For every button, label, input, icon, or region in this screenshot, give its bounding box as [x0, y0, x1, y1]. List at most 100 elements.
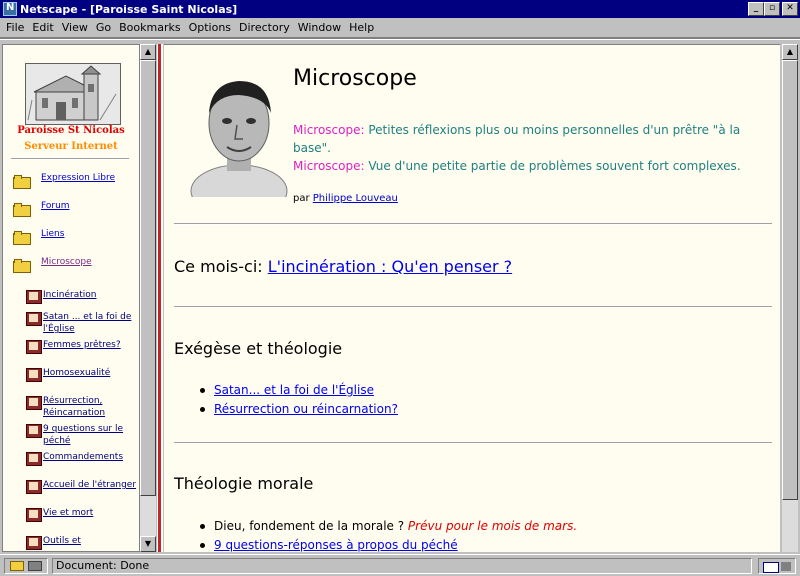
sub-item-label[interactable]: Outils et — [43, 535, 81, 547]
list-item: 9 questions-réponses à propos du péché — [200, 536, 577, 552]
sub-item-label[interactable]: Vie et mort — [43, 507, 93, 519]
sub-item-label[interactable]: Accueil de l'étranger — [43, 479, 136, 491]
connection-icon — [28, 561, 42, 571]
book-icon — [25, 367, 42, 382]
this-month-line: Ce mois-ci: L'incinération : Qu'en pense… — [174, 257, 512, 276]
minimize-button[interactable]: _ — [748, 2, 764, 16]
menu-directory[interactable]: Directory — [235, 21, 294, 34]
book-icon — [25, 507, 42, 522]
menu-window[interactable]: Window — [294, 21, 345, 34]
status-bar: Document: Done — [0, 554, 800, 576]
book-icon — [25, 395, 42, 410]
scroll-down-arrow-icon[interactable]: ▼ — [140, 536, 156, 552]
exegese-link-list: Satan... et la foi de l'Église Résurrect… — [200, 381, 398, 419]
sub-item-commandements[interactable]: Commandements — [25, 451, 137, 466]
book-icon — [25, 479, 42, 494]
menu-help[interactable]: Help — [345, 21, 378, 34]
sidebar-item-liens[interactable]: Liens — [13, 229, 64, 245]
menu-file[interactable]: File — [2, 21, 28, 34]
sub-item-vie-et-mort[interactable]: Vie et mort — [25, 507, 137, 522]
sub-item-resurrection[interactable]: Résurrection, Réincarnation — [25, 395, 137, 419]
menu-view[interactable]: View — [58, 21, 92, 34]
book-icon — [25, 423, 42, 438]
sub-item-label[interactable]: Homosexualité — [43, 367, 110, 379]
planned-note: Prévu pour le mois de mars. — [407, 519, 578, 533]
this-month-link[interactable]: L'incinération : Qu'en penser ? — [268, 257, 512, 276]
sub-item-satan[interactable]: Satan ... et la foi de l'Église — [25, 311, 137, 335]
church-logo-image — [25, 63, 121, 125]
scroll-thumb[interactable] — [140, 60, 156, 496]
netscape-logo-icon — [3, 2, 17, 16]
scroll-up-arrow-icon[interactable]: ▲ — [140, 44, 156, 60]
book-icon — [25, 289, 42, 304]
item-text: Dieu, fondement de la morale ? — [214, 519, 408, 533]
menu-bar: File Edit View Go Bookmarks Options Dire… — [0, 18, 800, 38]
sidebar-item-forum[interactable]: Forum — [13, 201, 70, 217]
book-icon — [25, 451, 42, 466]
horizontal-rule — [174, 442, 772, 444]
sub-item-label[interactable]: Incinération — [43, 289, 97, 301]
parish-name[interactable]: Paroisse St Nicolas — [3, 125, 139, 136]
sidebar-item-label[interactable]: Forum — [41, 201, 70, 211]
maximize-button[interactable]: ▫ — [764, 2, 780, 16]
menu-go[interactable]: Go — [92, 21, 115, 34]
folder-icon — [13, 231, 31, 245]
sub-item-label[interactable]: 9 questions sur le péché — [43, 423, 137, 447]
author-byline: par Philippe Louveau — [293, 193, 398, 204]
microscope-label: Microscope: — [293, 123, 365, 137]
sub-item-9-questions[interactable]: 9 questions sur le péché — [25, 423, 137, 447]
menu-edit[interactable]: Edit — [28, 21, 57, 34]
folder-icon — [13, 203, 31, 217]
description-line-1: Microscope: Petites réflexions plus ou m… — [293, 121, 763, 157]
scroll-up-arrow-icon[interactable]: ▲ — [782, 44, 798, 60]
server-name: Serveur Internet — [24, 141, 118, 152]
list-item: Satan... et la foi de l'Église — [200, 381, 398, 400]
menu-bookmarks[interactable]: Bookmarks — [115, 21, 184, 34]
sub-item-label[interactable]: Femmes prêtres? — [43, 339, 121, 351]
sub-item-label[interactable]: Résurrection, Réincarnation — [43, 395, 137, 419]
sub-item-accueil-etranger[interactable]: Accueil de l'étranger — [25, 479, 137, 494]
sub-item-incineration[interactable]: Incinération — [25, 289, 137, 304]
theologie-morale-list: Dieu, fondement de la morale ? Prévu pou… — [200, 517, 577, 552]
window-controls: _ ▫ ✕ — [748, 2, 798, 16]
book-icon — [25, 339, 42, 354]
key-icon — [10, 561, 24, 571]
window-titlebar: Netscape - [Paroisse Saint Nicolas] _ ▫ … — [0, 0, 800, 18]
list-item: Dieu, fondement de la morale ? Prévu pou… — [200, 517, 577, 536]
list-item: Résurrection ou réincarnation? — [200, 400, 398, 419]
sidebar-item-label[interactable]: Liens — [41, 229, 64, 239]
sidebar-item-expression-libre[interactable]: Expression Libre — [13, 173, 115, 189]
sub-item-homosexualite[interactable]: Homosexualité — [25, 367, 137, 382]
sidebar-item-label[interactable]: Expression Libre — [41, 173, 115, 183]
sidebar-item-label[interactable]: Microscope — [41, 257, 92, 267]
mail-icon[interactable] — [758, 558, 796, 574]
content-scrollbar[interactable]: ▲ ▼ — [782, 44, 798, 552]
close-button[interactable]: ✕ — [782, 2, 798, 16]
horizontal-rule — [174, 223, 772, 225]
window-title: Netscape - [Paroisse Saint Nicolas] — [20, 2, 238, 16]
link-9-questions[interactable]: 9 questions-réponses à propos du péché — [214, 538, 458, 552]
content-frame: Microscope Microscope: Petites réflexion… — [164, 44, 780, 552]
book-icon — [25, 311, 42, 326]
scroll-thumb[interactable] — [782, 60, 798, 500]
sidebar-scrollbar[interactable]: ▲ ▼ — [140, 44, 156, 552]
church-drawing-icon — [26, 64, 120, 124]
menu-options[interactable]: Options — [185, 21, 235, 34]
link-satan[interactable]: Satan... et la foi de l'Église — [214, 383, 374, 397]
sub-item-femmes-pretres[interactable]: Femmes prêtres? — [25, 339, 137, 354]
open-folder-icon — [13, 259, 31, 273]
folder-icon — [13, 175, 31, 189]
sub-item-label[interactable]: Commandements — [43, 451, 123, 463]
frame-divider[interactable] — [157, 44, 163, 552]
author-link[interactable]: Philippe Louveau — [313, 193, 398, 204]
microscope-label: Microscope: — [293, 159, 365, 173]
sidebar-item-microscope[interactable]: Microscope — [13, 257, 92, 273]
author-portrait-image — [189, 63, 291, 197]
security-key-icon[interactable] — [4, 558, 48, 574]
sub-item-label[interactable]: Satan ... et la foi de l'Église — [43, 311, 137, 335]
sub-item-outils[interactable]: Outils et — [25, 535, 137, 550]
section-title-theologie-morale: Théologie morale — [174, 474, 314, 493]
link-resurrection[interactable]: Résurrection ou réincarnation? — [214, 402, 398, 416]
section-title-exegese: Exégèse et théologie — [174, 339, 343, 358]
page-title: Microscope — [293, 66, 417, 91]
